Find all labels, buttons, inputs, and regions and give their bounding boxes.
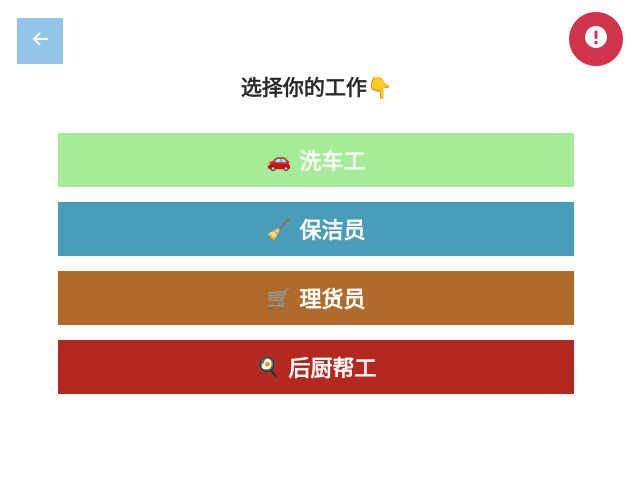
- exclamation-circle-icon: [584, 25, 608, 53]
- job-button-cleaner[interactable]: 🧹 保洁员: [58, 202, 574, 256]
- car-icon: 🚗: [266, 148, 292, 172]
- job-list: 🚗 洗车工 🧹 保洁员 🛒 理货员 🍳 后厨帮工: [58, 133, 574, 409]
- job-label: 理货员: [299, 288, 366, 313]
- job-label: 后厨帮工: [288, 357, 377, 382]
- job-button-kitchen-helper[interactable]: 🍳 后厨帮工: [58, 340, 574, 394]
- job-button-car-wash[interactable]: 🚗 洗车工: [58, 133, 574, 187]
- broom-icon: 🧹: [266, 217, 292, 241]
- frying-pan-icon: 🍳: [255, 355, 281, 379]
- job-label: 洗车工: [299, 150, 366, 175]
- arrow-left-icon: [31, 30, 49, 52]
- shopping-cart-icon: 🛒: [266, 286, 292, 310]
- job-label: 保洁员: [299, 219, 366, 244]
- back-button[interactable]: [17, 18, 63, 64]
- alert-button[interactable]: [569, 12, 623, 66]
- page-title: 选择你的工作👇: [240, 76, 394, 100]
- job-button-stocker[interactable]: 🛒 理货员: [58, 271, 574, 325]
